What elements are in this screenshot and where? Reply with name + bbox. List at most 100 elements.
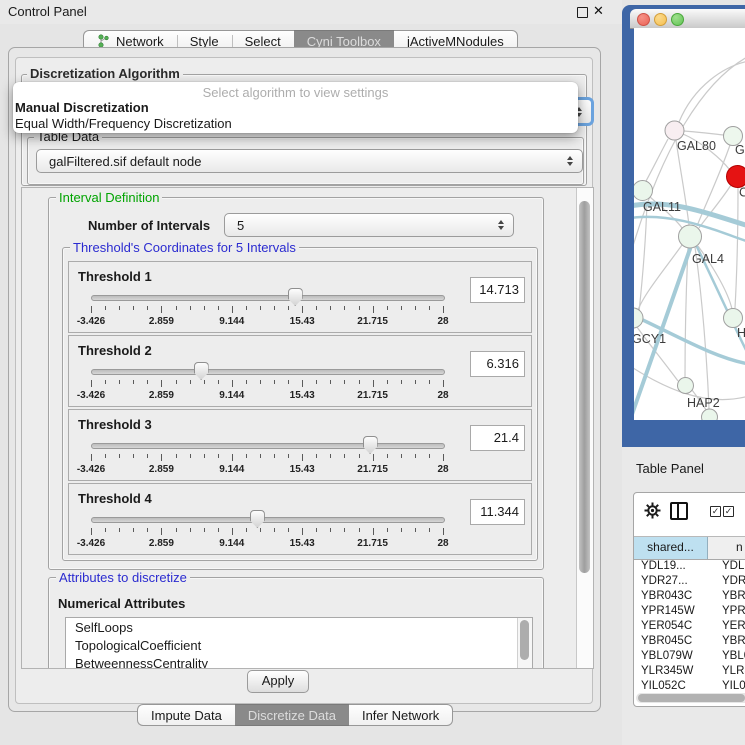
table-row[interactable]: YLR345WYLR3: [634, 664, 745, 679]
attribute-item-betweennesscentrality[interactable]: BetweennessCentrality: [66, 654, 532, 669]
zoom-traffic-light-icon[interactable]: [671, 13, 684, 26]
network-edge[interactable]: [695, 247, 709, 409]
threshold-label: Threshold 2: [78, 343, 152, 358]
list-scrollbar[interactable]: [517, 618, 532, 669]
close-icon[interactable]: ✕: [593, 3, 604, 19]
tick-label: 9.144: [210, 316, 254, 327]
network-node-hap2[interactable]: [678, 378, 694, 394]
slider-track[interactable]: [91, 443, 445, 449]
network-canvas[interactable]: GAL80GCGAL11GAL4GCY1HHAP2: [634, 28, 745, 420]
threshold-value-field[interactable]: 6.316: [470, 351, 525, 377]
column-header-shared-name[interactable]: shared...: [634, 537, 708, 559]
cell-name: YBR0: [722, 589, 745, 604]
combo-stepper-icon: [498, 220, 504, 230]
network-node-h[interactable]: [724, 309, 743, 328]
cell-shared-name: YLR345W: [634, 664, 722, 679]
checked-checkbox-icon[interactable]: ✓: [723, 506, 734, 517]
slider-thumb[interactable]: [250, 510, 265, 528]
threshold-label: Threshold 4: [78, 491, 152, 506]
tab-discretize-data[interactable]: Discretize Data: [235, 704, 349, 726]
network-node-gal11[interactable]: [634, 181, 653, 201]
tab-impute-data[interactable]: Impute Data: [137, 704, 235, 726]
table-row[interactable]: YBL079WYBL0: [634, 649, 745, 664]
cyni-bottom-tabbar: Impute DataDiscretize DataInfer Network: [137, 704, 453, 726]
table-panel-title: Table Panel: [636, 461, 704, 476]
control-panel-titlebar: Control Panel ✕: [0, 0, 622, 24]
network-node-c[interactable]: [727, 166, 745, 188]
tick-label: 21.715: [351, 538, 395, 549]
attributes-group-label: Attributes to discretize: [56, 571, 190, 585]
network-edge[interactable]: [735, 188, 738, 308]
close-traffic-light-icon[interactable]: [637, 13, 650, 26]
control-panel-title: Control Panel: [8, 4, 87, 19]
dropdown-option-equal-width-frequency[interactable]: Equal Width/Frequency Discretization: [15, 116, 576, 131]
numerical-attributes-list[interactable]: SelfLoopsTopologicalCoefficientBetweenne…: [65, 617, 533, 669]
network-node[interactable]: [702, 409, 718, 420]
table-panel-titlebar: Table Panel: [622, 447, 745, 483]
attribute-item-selfloops[interactable]: SelfLoops: [66, 618, 532, 636]
network-edge[interactable]: [684, 131, 724, 135]
tick-label: 28: [421, 464, 465, 475]
network-node-gal4[interactable]: [679, 225, 702, 248]
slider-track[interactable]: [91, 295, 445, 301]
table-row[interactable]: YDR27...YDR2: [634, 574, 745, 589]
tick-label: 2.859: [139, 316, 183, 327]
slider-thumb[interactable]: [363, 436, 378, 454]
slider-track[interactable]: [91, 517, 445, 523]
table-horizontal-scrollbar[interactable]: [636, 693, 745, 703]
table-data-selected-value: galFiltered.sif default node: [37, 154, 567, 169]
checked-checkbox-icon[interactable]: ✓: [710, 506, 721, 517]
threshold-value-field[interactable]: 14.713: [470, 277, 525, 303]
table-row[interactable]: YBR045CYBR0: [634, 634, 745, 649]
tick-label: -3.426: [69, 316, 113, 327]
slider-thumb[interactable]: [288, 288, 303, 306]
network-node-gcy1[interactable]: [634, 308, 643, 328]
thresholds-group: Threshold's Coordinates for 5 Intervals …: [62, 247, 538, 561]
network-node-label: G: [735, 143, 745, 157]
gear-icon[interactable]: [644, 502, 661, 519]
threshold-slider: -3.4262.8599.14415.4321.71528: [91, 436, 443, 476]
list-scrollbar-thumb[interactable]: [520, 620, 529, 660]
settings-scrollbar-thumb[interactable]: [579, 201, 590, 573]
column-header-name[interactable]: n: [708, 537, 745, 559]
tick-label: 2.859: [139, 464, 183, 475]
table-hscrollbar-thumb[interactable]: [638, 694, 745, 702]
column-selector-icon[interactable]: [670, 502, 688, 520]
threshold-value-field[interactable]: 11.344: [470, 499, 525, 525]
table-data-combobox[interactable]: galFiltered.sif default node: [36, 149, 583, 173]
table-row[interactable]: YDL19...YDL1: [634, 559, 745, 574]
tab-infer-network[interactable]: Infer Network: [349, 704, 453, 726]
slider-thumb[interactable]: [194, 362, 209, 380]
apply-button[interactable]: Apply: [247, 670, 309, 693]
network-edge[interactable]: [679, 61, 745, 122]
number-of-intervals-label: Number of Intervals: [88, 218, 210, 233]
cell-name: YPR1: [722, 604, 745, 619]
discretization-algorithm-label: Discretization Algorithm: [27, 67, 183, 81]
minimize-traffic-light-icon[interactable]: [654, 13, 667, 26]
settings-vertical-scrollbar[interactable]: [576, 188, 593, 668]
threshold-value-field[interactable]: 21.4: [470, 425, 525, 451]
number-of-intervals-combobox[interactable]: 5: [224, 213, 514, 237]
table-row[interactable]: YBR043CYBR0: [634, 589, 745, 604]
network-node-gal80[interactable]: [665, 121, 684, 140]
cell-name: YDR2: [722, 574, 745, 589]
slider-track[interactable]: [91, 369, 445, 375]
dropdown-option-manual-discretization[interactable]: Manual Discretization: [15, 100, 576, 115]
table-row[interactable]: YIL052CYIL0: [634, 679, 745, 692]
network-node-label: H: [737, 326, 745, 340]
cell-shared-name: YBR045C: [634, 634, 722, 649]
slider-ticks: [91, 380, 443, 388]
table-row[interactable]: YER054CYER0: [634, 619, 745, 634]
cell-name: YER0: [722, 619, 745, 634]
float-window-icon[interactable]: [577, 7, 588, 18]
cell-name: YBL0: [722, 649, 745, 664]
tick-label: 2.859: [139, 538, 183, 549]
network-node-label: GAL11: [643, 200, 681, 214]
network-node-label: C: [739, 186, 745, 200]
network-window-titlebar[interactable]: [630, 9, 745, 29]
tick-label: -3.426: [69, 390, 113, 401]
attribute-item-topologicalcoefficient[interactable]: TopologicalCoefficient: [66, 636, 532, 654]
table-row[interactable]: YPR145WYPR1: [634, 604, 745, 619]
table-body: YDL19...YDL1YDR27...YDR2YBR043CYBR0YPR14…: [634, 559, 745, 692]
tick-label: 15.43: [280, 464, 324, 475]
